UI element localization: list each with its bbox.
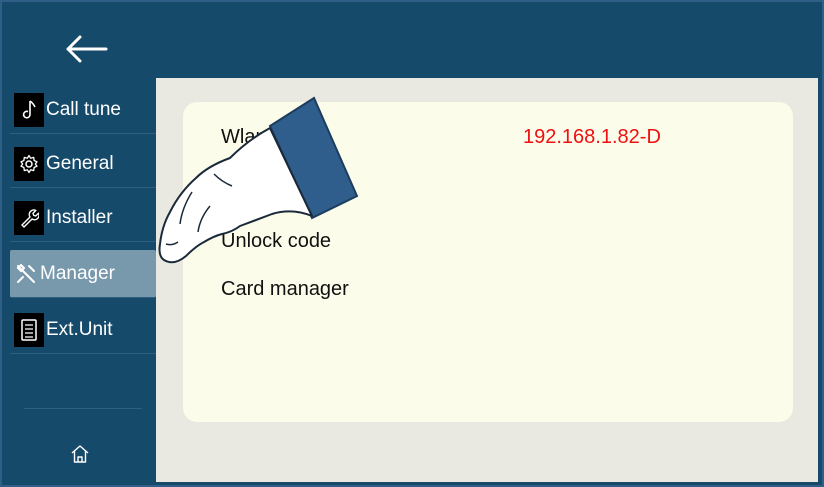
sidebar-item-general[interactable]: General <box>10 140 156 188</box>
sidebar-item-manager[interactable]: Manager <box>10 250 156 298</box>
sidebar: Call tune General Installer Manager Ext. <box>10 78 156 482</box>
sidebar-item-call-tune[interactable]: Call tune <box>10 86 156 134</box>
ip-address-value: 192.168.1.82-D <box>523 126 661 148</box>
wlan-setting-row[interactable]: Wlan setting <box>221 126 331 149</box>
content-area: Wlan setting 192.168.1.82-D Unlock code … <box>156 78 818 482</box>
music-note-icon <box>14 92 44 127</box>
sidebar-item-label: Manager <box>40 262 115 284</box>
home-button[interactable] <box>60 434 100 474</box>
unlock-code-row[interactable]: Unlock code <box>221 230 331 253</box>
home-icon <box>71 445 89 463</box>
sidebar-item-ext-unit[interactable]: Ext.Unit <box>10 306 156 354</box>
wrench-icon <box>14 200 44 235</box>
sidebar-item-label: Call tune <box>46 98 121 120</box>
top-bar <box>10 10 818 78</box>
back-button[interactable] <box>56 24 116 74</box>
arrow-left-icon <box>66 35 108 63</box>
sidebar-item-label: Ext.Unit <box>46 318 113 340</box>
card-manager-row[interactable]: Card manager <box>221 278 349 301</box>
settings-panel: Wlan setting 192.168.1.82-D Unlock code … <box>183 102 793 422</box>
sidebar-item-label: Installer <box>46 206 113 228</box>
document-list-icon <box>14 312 44 347</box>
sidebar-divider <box>24 408 142 409</box>
app-window: Call tune General Installer Manager Ext. <box>0 0 824 487</box>
sidebar-item-installer[interactable]: Installer <box>10 194 156 242</box>
sidebar-item-label: General <box>46 152 114 174</box>
gear-icon <box>14 146 44 181</box>
tools-icon <box>14 257 38 291</box>
